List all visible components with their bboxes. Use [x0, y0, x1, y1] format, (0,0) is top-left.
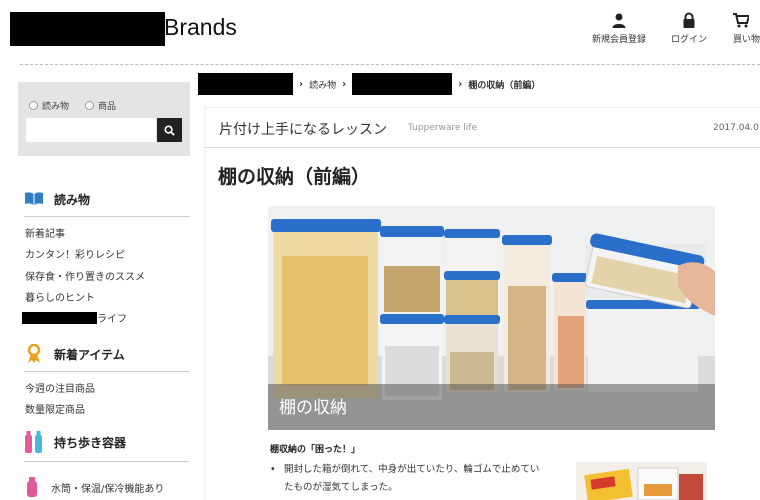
nav-register-label: 新規会員登録 [592, 35, 647, 45]
sidebar-heading-portable[interactable]: 持ち歩き容器 [24, 431, 126, 453]
sidebar-link-bottles[interactable]: 水筒・保温/保冷機能あり [25, 477, 164, 497]
snack-bags-photo [576, 462, 707, 500]
bullet-item: 開封した箱が倒れて、中身が出ていたり、輪ゴムで止めてい たものが湿気てしまった。 [270, 461, 572, 497]
sidebar-link-new-articles[interactable]: 新着記事 [25, 225, 65, 240]
redacted-logo [10, 12, 165, 46]
lock-icon [683, 12, 695, 28]
radio-products[interactable]: 商品 [85, 99, 116, 112]
series-tag: Tupperware life [408, 123, 477, 133]
post-date: 2017.04.07 [713, 123, 760, 133]
bullet-line-1: 開封した箱が倒れて、中身が出ていたり、輪ゴムで止めてい [284, 464, 540, 475]
search-button[interactable] [157, 118, 182, 142]
thumbnail-image [576, 462, 707, 500]
book-icon [24, 189, 44, 209]
sidebar-link-featured[interactable]: 今週の注目商品 [25, 380, 95, 395]
series-bar: 片付け上手になるレッスン Tupperware life 2017.04.07 [205, 108, 760, 148]
sidebar-link-tips[interactable]: 暮らしのヒント [25, 289, 95, 304]
breadcrumb: › 読み物 › › 棚の収納（前編） [198, 73, 540, 95]
bottles-icon [24, 431, 44, 453]
crumb-current: 棚の収納（前編） [468, 80, 541, 91]
section-subheading: 棚収納の「困った！」 [270, 445, 361, 455]
water-bottle-icon [27, 477, 37, 497]
logo-text[interactable]: Brands [164, 14, 237, 41]
redacted-crumb[interactable] [198, 73, 293, 95]
radio-articles[interactable]: 読み物 [29, 99, 69, 112]
redacted-text [22, 312, 97, 324]
bullet-line-2: たものが湿気てしまった。 [284, 482, 398, 493]
crumb-separator: › [299, 78, 304, 90]
nav-cart[interactable]: 買い物 [733, 12, 760, 45]
nav-register[interactable]: 新規会員登録 [592, 12, 646, 45]
sidebar-divider [24, 371, 189, 372]
sidebar-link-life[interactable]: ライフ [22, 310, 127, 325]
sidebar-heading-reading[interactable]: 読み物 [24, 189, 90, 209]
nav-cart-label: 買い物 [733, 35, 760, 45]
ribbon-icon [24, 344, 44, 364]
sidebar-heading-new-items[interactable]: 新着アイテム [24, 344, 125, 364]
hero-caption: 棚の収納 [279, 398, 347, 418]
crumb-reading[interactable]: 読み物 [309, 78, 336, 91]
sidebar-link-recipes[interactable]: カンタン！彩りレシピ [25, 246, 125, 261]
sidebar-link-limited[interactable]: 数量限定商品 [25, 401, 85, 416]
person-icon [612, 13, 626, 28]
sidebar-link-preserved-food[interactable]: 保存食・作り置きのススメ [25, 268, 145, 283]
search-icon [164, 124, 175, 136]
article-title: 棚の収納（前編） [218, 166, 371, 188]
search-panel: 読み物 商品 [18, 82, 190, 156]
nav-login[interactable]: ログイン [671, 12, 707, 45]
redacted-crumb[interactable] [352, 73, 453, 95]
crumb-separator: › [342, 78, 347, 90]
cart-icon [733, 13, 749, 28]
nav-login-label: ログイン [671, 35, 708, 45]
header-divider [20, 64, 760, 65]
crumb-separator: › [458, 78, 463, 90]
sidebar-divider [24, 461, 189, 462]
sidebar-divider [24, 216, 189, 217]
search-scope: 読み物 商品 [29, 99, 132, 112]
hero-image: 棚の収納 [268, 206, 715, 430]
search-input[interactable] [26, 118, 156, 142]
series-title[interactable]: 片付け上手になるレッスン [219, 119, 387, 139]
